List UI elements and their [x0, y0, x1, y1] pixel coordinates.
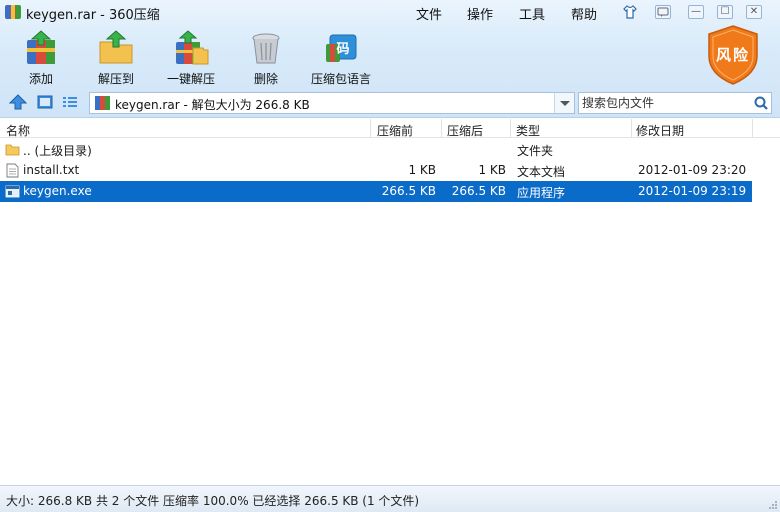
title-bar: keygen.rar - 360压缩 文件 操作 工具 帮助 — ☐ ✕: [0, 0, 780, 24]
file-size-after: 1 KB: [478, 163, 506, 177]
one-click-extract-button[interactable]: 一键解压: [161, 30, 221, 90]
folder-icon: [5, 144, 20, 156]
menu-tools[interactable]: 工具: [519, 4, 545, 23]
add-button[interactable]: 添加: [11, 30, 71, 90]
file-type: 应用程序: [517, 186, 566, 200]
feedback-icon[interactable]: [655, 5, 671, 19]
file-size-after: 266.5 KB: [451, 184, 506, 198]
file-date: 2012-01-09 23:19: [638, 184, 747, 198]
skin-shirt-icon[interactable]: [622, 4, 638, 20]
menu-help[interactable]: 帮助: [571, 4, 597, 23]
file-date: 2012-01-09 23:20: [638, 163, 747, 177]
archive-language-label: 压缩包语言: [310, 72, 371, 86]
risk-badge[interactable]: 风险: [705, 24, 761, 86]
one-click-extract-icon: [176, 30, 209, 65]
archive-icon: [95, 96, 110, 110]
delete-trash-icon: [252, 33, 280, 64]
large-icon-view-icon[interactable]: [36, 94, 54, 110]
column-type[interactable]: 类型: [516, 122, 540, 139]
column-date[interactable]: 修改日期: [636, 122, 684, 139]
delete-button[interactable]: 删除: [236, 30, 296, 90]
menu-file[interactable]: 文件: [416, 4, 442, 23]
search-box[interactable]: [578, 92, 772, 114]
address-bar[interactable]: keygen.rar - 解包大小为 266.8 KB: [89, 92, 575, 114]
search-input[interactable]: [582, 95, 750, 111]
archive-language-button[interactable]: 码 压缩包语言: [311, 30, 371, 90]
column-after[interactable]: 压缩后: [447, 122, 483, 139]
maximize-button[interactable]: ☐: [717, 5, 733, 19]
risk-label: 风险: [715, 46, 750, 64]
archive-language-icon: 码: [326, 34, 357, 62]
resize-grip-icon[interactable]: [768, 500, 778, 510]
address-path: keygen.rar - 解包大小为 266.8 KB: [115, 98, 310, 112]
list-view-icon[interactable]: [61, 94, 79, 110]
file-size-before: 266.5 KB: [381, 184, 436, 198]
column-divider[interactable]: [631, 119, 632, 138]
app-rar-icon: [5, 5, 21, 19]
column-name[interactable]: 名称: [6, 122, 30, 139]
file-name: keygen.exe: [23, 184, 92, 198]
column-before[interactable]: 压缩前: [377, 122, 413, 139]
language-glyph: 码: [336, 42, 349, 57]
close-button[interactable]: ✕: [746, 5, 762, 19]
column-divider[interactable]: [752, 119, 753, 138]
column-divider[interactable]: [370, 119, 371, 138]
address-dropdown-icon[interactable]: [554, 93, 574, 113]
file-name: .. (上级目录): [23, 144, 92, 158]
status-text: 大小: 266.8 KB 共 2 个文件 压缩率 100.0% 已经选择 266…: [6, 494, 420, 508]
one-click-extract-label: 一键解压: [166, 72, 215, 86]
column-divider[interactable]: [441, 119, 442, 138]
extract-to-button[interactable]: 解压到: [86, 30, 146, 90]
file-list-header: 名称 压缩前 压缩后 类型 修改日期: [0, 119, 780, 138]
file-size-before: 1 KB: [408, 163, 436, 177]
delete-label: 删除: [253, 72, 278, 86]
file-type: 文本文档: [517, 165, 566, 179]
exe-file-icon: [5, 185, 20, 198]
file-row-keygen-exe[interactable]: keygen.exe 266.5 KB 266.5 KB 应用程序 2012-0…: [0, 181, 752, 202]
column-divider[interactable]: [510, 119, 511, 138]
add-label: 添加: [28, 72, 53, 86]
menu-operation[interactable]: 操作: [467, 4, 493, 23]
window-title: keygen.rar - 360压缩: [26, 8, 160, 23]
text-file-icon: [6, 163, 19, 178]
file-type: 文件夹: [517, 144, 554, 158]
window-chrome: keygen.rar - 360压缩 文件 操作 工具 帮助 — ☐ ✕ 添加 …: [0, 0, 780, 118]
add-archive-icon: [27, 30, 55, 64]
extract-to-icon: [99, 30, 133, 64]
file-row-install-txt[interactable]: install.txt 1 KB 1 KB 文本文档 2012-01-09 23…: [0, 160, 752, 181]
search-icon[interactable]: [753, 95, 769, 111]
file-name: install.txt: [23, 163, 80, 177]
up-level-icon[interactable]: [9, 94, 27, 110]
status-bar: 大小: 266.8 KB 共 2 个文件 压缩率 100.0% 已经选择 266…: [0, 485, 780, 512]
file-row-parent[interactable]: .. (上级目录) 文件夹: [0, 139, 752, 160]
minimize-button[interactable]: —: [688, 5, 704, 19]
extract-to-label: 解压到: [97, 72, 134, 86]
